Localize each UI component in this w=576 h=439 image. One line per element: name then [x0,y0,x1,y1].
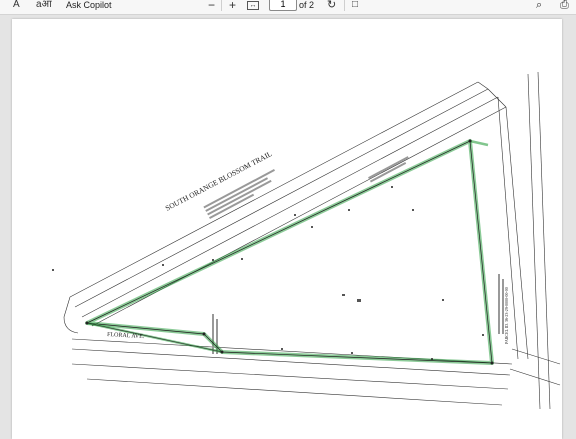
pdf-toolbar: À aआ Ask Copilot − + ↔ of 2 ↻ □ ⌕ ⎙ [0,0,576,15]
road-note-block [203,169,275,219]
print-icon[interactable]: ⎙ [560,0,569,13]
page-number-input[interactable] [269,0,297,11]
road-linework [63,71,561,410]
zoom-out-button[interactable]: − [208,0,215,13]
toolbar-divider [344,0,345,11]
ask-copilot-button[interactable]: Ask Copilot [66,0,112,13]
parcel-boundary [85,139,494,365]
road-label-floral-ave: FLORAL AVE. [107,332,145,340]
translate-icon[interactable]: aआ [36,0,52,13]
pdf-page: SOUTH ORANGE BLOSSOM TRAIL FLORAL AVE. P… [12,19,562,439]
page-total-label: of 2 [299,0,315,10]
fit-page-icon[interactable]: ↔ [247,1,259,10]
parcel-id-label: PARCEL ID. 36-23-29-0000-00-00 [504,287,509,344]
survey-plan-drawing: SOUTH ORANGE BLOSSOM TRAIL FLORAL AVE. P… [52,71,561,410]
survey-point-markers [85,139,494,365]
toolbar-divider [221,0,222,11]
page-view-icon[interactable]: □ [352,0,358,13]
rotate-icon[interactable]: ↻ [327,0,336,13]
read-aloud-icon[interactable]: À [13,0,20,13]
zoom-in-button[interactable]: + [229,0,236,13]
search-icon[interactable]: ⌕ [536,0,542,13]
